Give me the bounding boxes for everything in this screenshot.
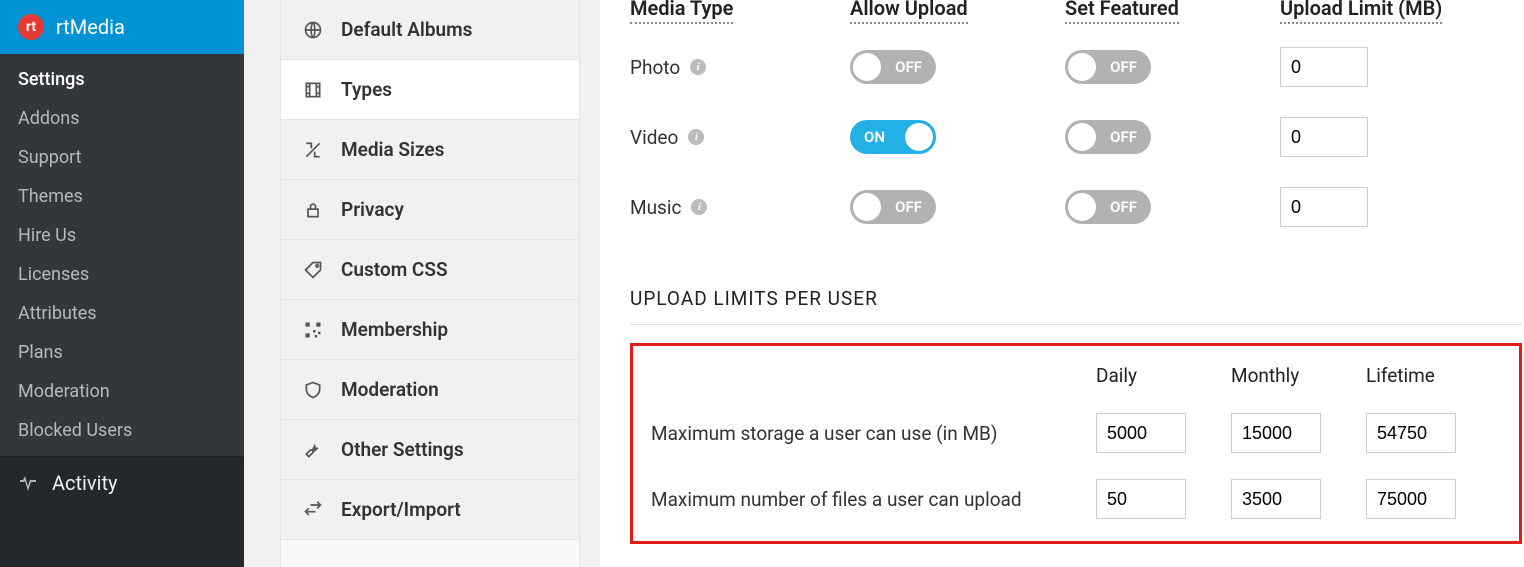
input-storage-monthly[interactable]	[1231, 413, 1321, 453]
tab-default-albums[interactable]: Default Albums	[281, 0, 579, 60]
toggle-state: OFF	[895, 198, 922, 216]
sidebar-item-themes[interactable]: Themes	[0, 177, 244, 216]
tag-icon	[303, 260, 323, 280]
sidebar-item-activity[interactable]: Activity	[0, 456, 244, 509]
toggle-state: OFF	[1110, 198, 1137, 216]
tab-membership[interactable]: Membership	[281, 300, 579, 360]
media-name: Video	[630, 126, 678, 149]
limit-row-files: Maximum number of files a user can uploa…	[651, 479, 1501, 519]
sidebar-item-plans[interactable]: Plans	[0, 333, 244, 372]
toggle-video-allow[interactable]: ON	[850, 120, 936, 154]
media-row-photo: Photo i OFF OFF	[630, 32, 1522, 102]
toggle-state: OFF	[1110, 58, 1137, 76]
tab-moderation[interactable]: Moderation	[281, 360, 579, 420]
sidebar-item-moderation[interactable]: Moderation	[0, 372, 244, 411]
limit-label: Maximum storage a user can use (in MB)	[651, 422, 1096, 445]
tab-export-import[interactable]: Export/Import	[281, 480, 579, 540]
activity-icon	[18, 473, 38, 493]
input-files-monthly[interactable]	[1231, 479, 1321, 519]
wp-sidebar: rt rtMedia Settings Addons Support Theme…	[0, 0, 244, 567]
tab-label: Default Albums	[341, 18, 472, 41]
th-daily: Daily	[1096, 364, 1231, 387]
input-files-daily[interactable]	[1096, 479, 1186, 519]
film-icon	[303, 80, 323, 100]
toggle-video-featured[interactable]: OFF	[1065, 120, 1151, 154]
sidebar-item-attributes[interactable]: Attributes	[0, 294, 244, 333]
info-icon[interactable]: i	[690, 59, 706, 75]
sidebar-item-licenses[interactable]: Licenses	[0, 255, 244, 294]
tab-label: Media Sizes	[341, 138, 444, 161]
tab-types[interactable]: Types	[281, 60, 579, 120]
content-panel: Media Type Allow Upload Set Featured Upl…	[600, 0, 1524, 567]
sidebar-item-addons[interactable]: Addons	[0, 99, 244, 138]
th-upload-limit: Upload Limit (MB)	[1280, 0, 1442, 24]
toggle-photo-featured[interactable]: OFF	[1065, 50, 1151, 84]
limits-header: Daily Monthly Lifetime	[651, 364, 1501, 387]
th-media-type: Media Type	[630, 0, 733, 24]
settings-tabs: Default Albums Types Media Sizes Privacy…	[280, 0, 580, 567]
media-table-header: Media Type Allow Upload Set Featured Upl…	[630, 0, 1522, 32]
input-music-limit[interactable]	[1280, 187, 1368, 227]
info-icon[interactable]: i	[688, 129, 704, 145]
tab-privacy[interactable]: Privacy	[281, 180, 579, 240]
brand-icon: rt	[18, 14, 44, 40]
toggle-photo-allow[interactable]: OFF	[850, 50, 936, 84]
tab-label: Export/Import	[341, 498, 461, 521]
transfer-icon	[303, 500, 323, 520]
tab-other-settings[interactable]: Other Settings	[281, 420, 579, 480]
toggle-state: ON	[864, 128, 885, 146]
th-lifetime: Lifetime	[1366, 364, 1501, 387]
tab-label: Privacy	[341, 198, 404, 221]
info-icon[interactable]: i	[691, 199, 707, 215]
input-files-lifetime[interactable]	[1366, 479, 1456, 519]
media-name: Photo	[630, 56, 680, 79]
toggle-music-featured[interactable]: OFF	[1065, 190, 1151, 224]
th-monthly: Monthly	[1231, 364, 1366, 387]
media-name: Music	[630, 196, 681, 219]
input-storage-lifetime[interactable]	[1366, 413, 1456, 453]
globe-icon	[303, 20, 323, 40]
wrench-icon	[303, 440, 323, 460]
brand-name: rtMedia	[56, 15, 125, 39]
upload-limits-box: Daily Monthly Lifetime Maximum storage a…	[630, 343, 1522, 544]
tab-label: Types	[341, 78, 392, 101]
toggle-state: OFF	[1110, 128, 1137, 146]
shield-icon	[303, 380, 323, 400]
toggle-music-allow[interactable]: OFF	[850, 190, 936, 224]
tab-media-sizes[interactable]: Media Sizes	[281, 120, 579, 180]
toggle-state: OFF	[895, 58, 922, 76]
media-row-video: Video i ON OFF	[630, 102, 1522, 172]
sidebar-item-support[interactable]: Support	[0, 138, 244, 177]
qr-icon	[303, 320, 323, 340]
sidebar-item-settings[interactable]: Settings	[0, 60, 244, 99]
sidebar-item-blocked[interactable]: Blocked Users	[0, 411, 244, 450]
sidebar-item-activity-label: Activity	[52, 471, 117, 495]
tab-label: Other Settings	[341, 438, 464, 461]
brand[interactable]: rt rtMedia	[0, 0, 244, 54]
input-storage-daily[interactable]	[1096, 413, 1186, 453]
media-row-music: Music i OFF OFF	[630, 172, 1522, 242]
wp-submenu: Settings Addons Support Themes Hire Us L…	[0, 54, 244, 456]
input-video-limit[interactable]	[1280, 117, 1368, 157]
limit-row-storage: Maximum storage a user can use (in MB)	[651, 413, 1501, 453]
th-allow-upload: Allow Upload	[850, 0, 968, 24]
sidebar-item-hireus[interactable]: Hire Us	[0, 216, 244, 255]
input-photo-limit[interactable]	[1280, 47, 1368, 87]
tab-custom-css[interactable]: Custom CSS	[281, 240, 579, 300]
tab-label: Moderation	[341, 378, 439, 401]
resize-icon	[303, 140, 323, 160]
section-title-upload-limits: UPLOAD LIMITS PER USER	[630, 287, 1522, 325]
th-set-featured: Set Featured	[1065, 0, 1179, 24]
tab-label: Membership	[341, 318, 448, 341]
tab-label: Custom CSS	[341, 258, 448, 281]
limit-label: Maximum number of files a user can uploa…	[651, 488, 1096, 511]
lock-icon	[303, 200, 323, 220]
